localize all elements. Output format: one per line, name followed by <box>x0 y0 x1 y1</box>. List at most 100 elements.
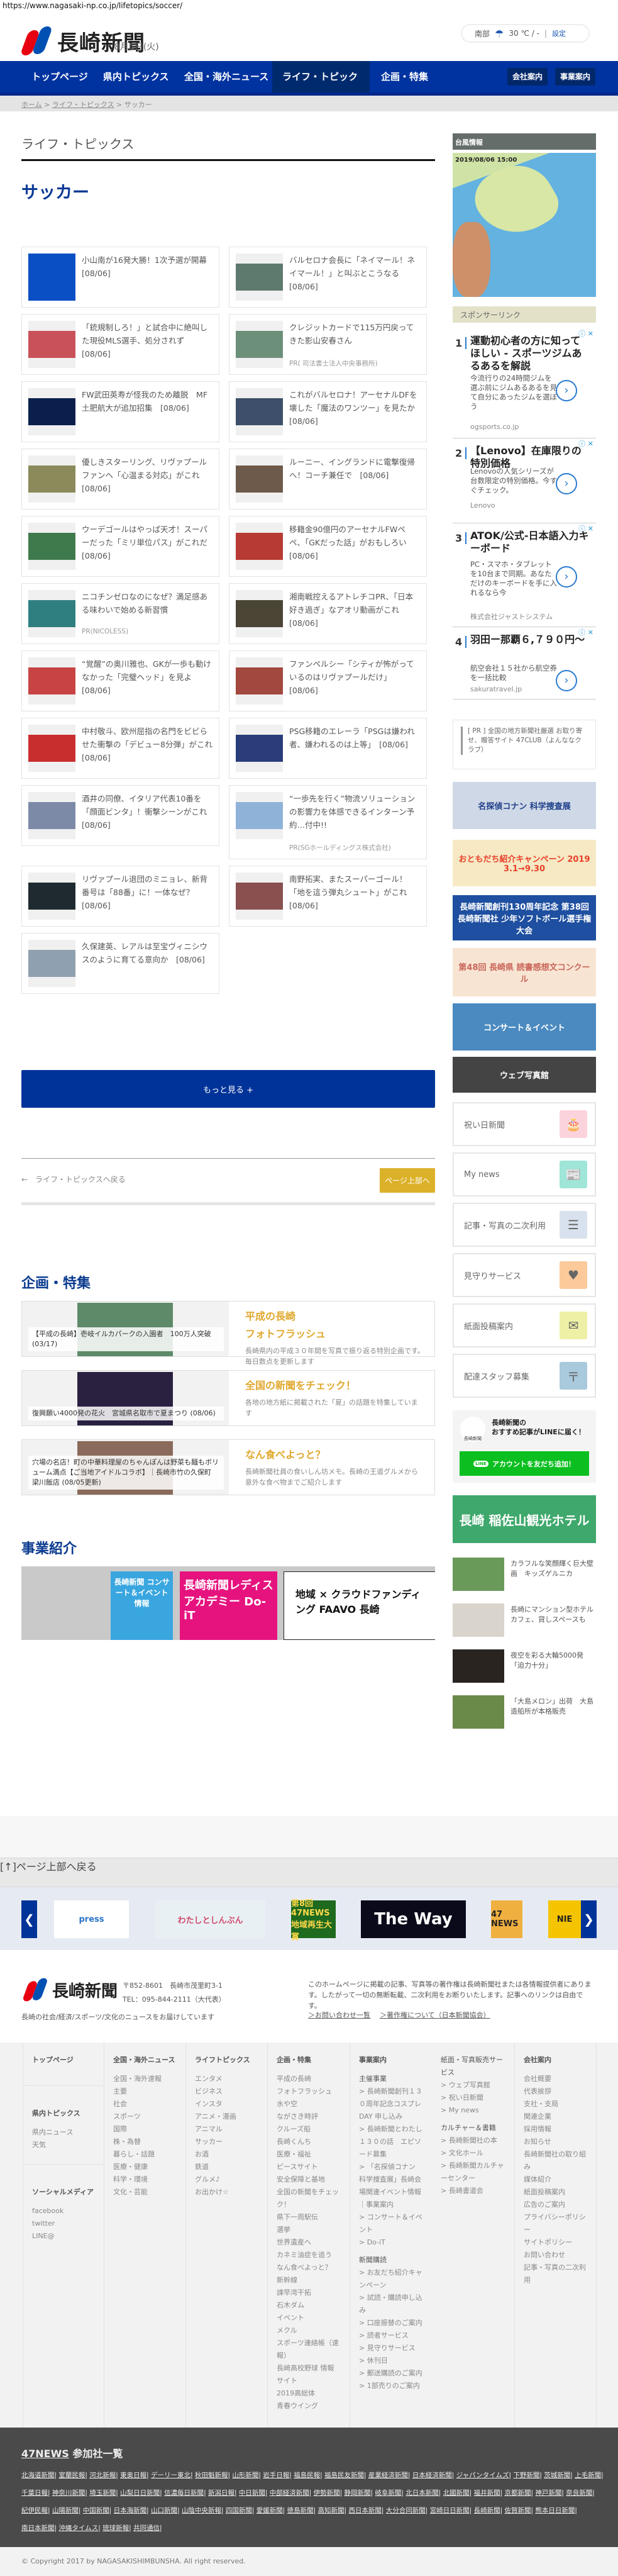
nav-features[interactable]: 企画・特集 <box>371 61 438 92</box>
sitemap-heading[interactable]: ライフトピックス <box>195 2054 258 2066</box>
partner-banner[interactable]: わたしとしんぶん <box>155 1900 265 1938</box>
sponsored-ad[interactable]: ⓘ ✕ 2 【Lenovo】在庫限りの特別価格 Lenovoの人気シリーズが台数限定の… <box>453 438 596 523</box>
sitemap-link[interactable]: 長崎新聞社の取り組み <box>524 2148 587 2173</box>
nav-national-news[interactable]: 全国・海外ニュース <box>174 61 279 92</box>
sitemap-heading[interactable]: 企画・特集 <box>277 2054 341 2066</box>
member-paper-link[interactable]: 中国新聞 <box>83 2507 109 2514</box>
service-link[interactable]: 祝い日新聞 🎂 <box>453 1102 596 1146</box>
article-card[interactable]: ルーニー、イングランドに電撃復帰へ！コーチ兼任で [08/06] <box>229 449 427 510</box>
partner-banner[interactable]: 47 NEWS <box>491 1900 522 1938</box>
member-paper-link[interactable]: 新潟日報 <box>208 2489 235 2497</box>
member-paper-link[interactable]: 長崎新聞 <box>474 2507 500 2514</box>
sitemap-link[interactable]: 選挙 <box>277 2224 341 2236</box>
member-paper-link[interactable]: 茨城新聞 <box>544 2472 570 2479</box>
article-card[interactable]: バルセロナ会長に「ネイマール！ネイマール！」と叫ぶとこうなる [08/06] <box>229 247 427 308</box>
article-card[interactable]: “覚醒”の奥川雅也、GKが一歩も動けなかった「完璧ヘッド」を見よ [08/06] <box>21 650 219 711</box>
sitemap-link[interactable]: 媒体紹介 <box>524 2173 587 2186</box>
sitemap-link[interactable]: イベント <box>277 2312 341 2324</box>
member-paper-link[interactable]: 信濃毎日新聞 <box>164 2489 204 2497</box>
member-paper-link[interactable]: 日本海新聞 <box>114 2507 147 2514</box>
sitemap-link[interactable]: > 長崎新聞創刊１３０周年記念コスプレDAY 申し込み <box>359 2085 423 2123</box>
typhoon-map[interactable]: 2019/08/06 15:00 <box>453 153 596 297</box>
sidebar-banner[interactable]: おともだち紹介キャンペーン 2019 3.1→9.30 <box>453 840 596 886</box>
copyright-info-link[interactable]: ＞著作権について（日本新聞協会） <box>380 2010 490 2020</box>
do-it-banner[interactable]: 長崎新聞レディスアカデミー Do-iT <box>180 1571 277 1640</box>
member-paper-link[interactable]: 福島民友新聞 <box>324 2472 364 2479</box>
partner-banner[interactable]: press <box>54 1900 129 1938</box>
sitemap-link[interactable]: 株・為替 <box>113 2136 177 2148</box>
sitemap-link[interactable]: 文化・芸能 <box>113 2186 177 2199</box>
member-paper-link[interactable]: 福島民報 <box>294 2472 320 2479</box>
sitemap-link[interactable]: 会社概要 <box>524 2073 587 2085</box>
contact-list-link[interactable]: ＞お問い合わせ一覧 <box>308 2010 370 2020</box>
sitemap-link[interactable]: お知らせ <box>524 2136 587 2148</box>
service-link[interactable]: 紙面投稿案内 ✉ <box>453 1303 596 1347</box>
chevron-right-icon[interactable]: › <box>556 566 577 588</box>
sitemap-link[interactable]: 紙面投稿案内 <box>524 2186 587 2199</box>
member-paper-link[interactable]: 徳島新聞 <box>287 2507 314 2514</box>
member-paper-link[interactable]: 千葉日報 <box>21 2489 48 2497</box>
member-paper-link[interactable]: 愛媛新聞 <box>257 2507 283 2514</box>
sitemap-link[interactable]: お酒 <box>195 2148 258 2161</box>
sitemap-link[interactable]: > 「名探偵コナン 科学捜査展」長崎会場関連イベント情報｜事業案内 <box>359 2161 423 2211</box>
page-top-button[interactable]: ページ上部へ <box>380 1168 435 1193</box>
sitemap-link[interactable]: > 郵送購読のご案内 <box>359 2367 423 2380</box>
sitemap-link[interactable]: > Do-iT <box>359 2236 423 2249</box>
sitemap-link[interactable]: クルーズ船 <box>277 2123 341 2136</box>
sitemap-link[interactable]: > My news <box>441 2104 505 2117</box>
load-more-button[interactable]: もっと見る + <box>21 1070 435 1108</box>
member-paper-link[interactable]: 産業経済新聞 <box>368 2472 408 2479</box>
sitemap-link[interactable]: LINE@ <box>32 2230 95 2243</box>
sitemap-link[interactable]: 紙面・写真販売サービス <box>441 2054 505 2079</box>
member-paper-link[interactable]: 北國新聞 <box>443 2489 470 2497</box>
article-card[interactable]: 南野拓実、またスーパーゴール！「地を這う弾丸シュート」がこれ [08/06] <box>229 866 427 927</box>
member-paper-link[interactable]: 岩手日報 <box>263 2472 289 2479</box>
article-card[interactable]: 優しきスターリング、リヴァプールファンへ「心温まる対応」がこれ [08/06] <box>21 449 219 510</box>
sitemap-link[interactable]: 国際 <box>113 2123 177 2136</box>
feature-row[interactable]: 穴場の名店！町の中華料理屋のちゃんぽんは野菜も麺もボリューム満点【ご当地アイドル… <box>21 1439 435 1495</box>
sponsored-article-card[interactable]: “一歩先を行く”物流ソリューションの影響力を体感できるインターン予約…付中!! P… <box>229 785 427 859</box>
news47-link[interactable]: 47NEWS <box>21 2448 69 2460</box>
member-paper-link[interactable]: 福井新聞 <box>474 2489 500 2497</box>
sponsored-ad[interactable]: ⓘ ✕ 3 ATOK/公式-日本語入力キーボード PC・スマホ・タブレットを10台まで… <box>453 523 596 627</box>
sitemap-link[interactable]: お問い合わせ <box>524 2249 587 2261</box>
sitemap-link[interactable]: > 長崎新聞とわたし １３０の話 エピソード募集 <box>359 2123 429 2161</box>
sitemap-link[interactable]: 医療・健康 <box>113 2161 177 2173</box>
sitemap-link[interactable]: 安全保障と基地 <box>277 2173 341 2186</box>
business-info-button[interactable]: 事業案内 <box>555 68 595 86</box>
chevron-right-icon[interactable]: › <box>556 473 577 494</box>
sidebar-banner[interactable]: 第48回 長崎県 読書感想文コンクール <box>453 948 596 996</box>
sitemap-link[interactable]: 関連企業 <box>524 2110 587 2123</box>
sponsored-article-card[interactable]: クレジットカードで115万円戻ってきた影山安春さん PR( 司法書士法人中央事務所… <box>229 314 427 375</box>
member-paper-link[interactable]: 佐賀新聞 <box>504 2507 531 2514</box>
member-paper-link[interactable]: デーリー東北 <box>151 2472 190 2479</box>
member-paper-link[interactable]: 東奥日報 <box>120 2472 146 2479</box>
sitemap-link[interactable]: 天気 <box>32 2139 95 2151</box>
footer-logo[interactable]: 長崎新聞 <box>21 1977 118 2002</box>
chevron-right-icon[interactable]: › <box>556 380 577 401</box>
member-paper-link[interactable]: 四国新聞 <box>226 2507 252 2514</box>
sitemap-link[interactable]: > 長崎新聞カルチャーセンター <box>441 2160 505 2185</box>
article-card[interactable]: 久保建英、レアルは至宝ヴィニシウスのように育てる意向か [08/06] <box>21 933 219 994</box>
concert-event-banner[interactable]: 長崎新聞 コンサート＆イベント情報 <box>111 1571 173 1640</box>
member-paper-link[interactable]: 西日本新聞 <box>348 2507 382 2514</box>
nav-life-topics[interactable]: ライフ・トピックス <box>272 61 370 114</box>
feature-row[interactable]: 復興願い4000発の花火 宮城県名取市で夏まつり (08/06) 全国の新聞をチェ… <box>21 1370 435 1426</box>
sitemap-link[interactable]: お出かけ☆ <box>195 2186 258 2199</box>
address-bar-url[interactable]: https://www.nagasaki-np.co.jp/lifetopics… <box>3 1 182 10</box>
member-paper-link[interactable]: 山形新聞 <box>232 2472 258 2479</box>
sitemap-link[interactable]: > 長崎書道会 <box>441 2185 505 2197</box>
member-paper-link[interactable]: 中部経済新聞 <box>270 2489 309 2497</box>
member-paper-link[interactable]: 紀伊民報 <box>21 2507 48 2514</box>
sponsored-article-card[interactable]: ニコチンゼロなのになぜ？満足感ある味わいで始める新習慣 PR(NICOLESS) <box>21 583 219 644</box>
member-paper-link[interactable]: 沖縄タイムス <box>58 2524 98 2532</box>
sitemap-link[interactable]: グルメ♪ <box>195 2173 258 2186</box>
sitemap-link[interactable]: カネミ油症を追う <box>277 2249 341 2261</box>
member-paper-link[interactable]: 熊本日日新聞 <box>535 2507 575 2514</box>
sitemap-link[interactable]: 世界遺産へ <box>277 2236 341 2249</box>
member-paper-link[interactable]: 上毛新聞 <box>575 2472 601 2479</box>
sitemap-link[interactable]: > 休刊日 <box>359 2355 423 2367</box>
carousel-prev-button[interactable]: ❮ <box>21 1900 37 1938</box>
member-paper-link[interactable]: 下野新聞 <box>513 2472 539 2479</box>
member-paper-link[interactable]: 静岡新聞 <box>345 2489 371 2497</box>
